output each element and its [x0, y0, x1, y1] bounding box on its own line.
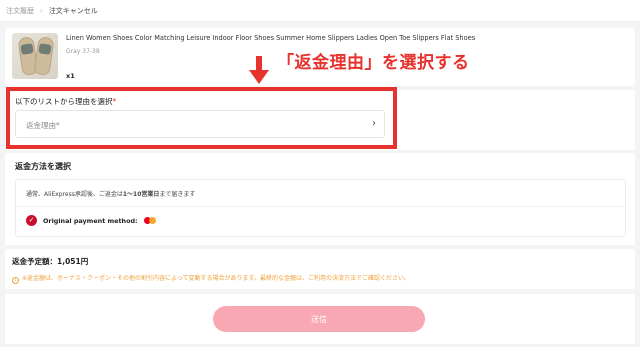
- refund-amount-value: 1,051円: [57, 257, 89, 266]
- note-bold: 1〜10営業日: [122, 191, 160, 198]
- reason-label: 以下のリストから理由を選択*: [15, 96, 116, 107]
- reason-section: 以下のリストから理由を選択* 返金理由* ›: [5, 90, 635, 150]
- breadcrumb: 注文履歴 › 注文キャンセル: [0, 0, 640, 22]
- product-image: [12, 33, 58, 79]
- refund-reason-placeholder: 返金理由*: [26, 121, 60, 130]
- product-title: Linen Women Shoes Color Matching Leisure…: [66, 34, 476, 42]
- breadcrumb-separator: ›: [40, 6, 43, 15]
- reason-label-text: 以下のリストから理由を選択: [15, 97, 113, 106]
- required-mark: *: [112, 97, 117, 106]
- product-quantity: x1: [66, 72, 75, 80]
- check-circle-icon[interactable]: ✓: [26, 215, 37, 226]
- breadcrumb-order-history[interactable]: 注文履歴: [6, 6, 34, 16]
- info-icon: i: [12, 277, 19, 284]
- annotation-text: 「返金理由」を選択する: [277, 53, 470, 73]
- refund-reason-select[interactable]: 返金理由* ›: [15, 110, 385, 138]
- note-suffix: まで届きます: [159, 191, 196, 198]
- breadcrumb-cancel-order: 注文キャンセル: [48, 6, 98, 15]
- footer: 送信: [5, 294, 635, 344]
- refund-amount-section: 返金予定額：1,051円 i ※返金額は、ボーナス・クーポン・その他の割引内容によ…: [5, 249, 635, 289]
- note-prefix: 通常、AliExpress承認後、ご返金は: [26, 191, 123, 198]
- chevron-right-icon: ›: [372, 118, 376, 129]
- refund-method-section: 返金方法を選択 通常、AliExpress承認後、ご返金は1〜10営業日まで届き…: [5, 153, 635, 245]
- refund-method-note: 通常、AliExpress承認後、ご返金は1〜10営業日まで届きます: [26, 189, 195, 198]
- mastercard-icon: [144, 217, 156, 224]
- refund-amount-label: 返金予定額：: [12, 257, 57, 266]
- refund-amount-note: i ※返金額は、ボーナス・クーポン・その他の割引内容によって変動する場合があります…: [12, 273, 410, 284]
- divider: [16, 206, 625, 207]
- product-variant: Gray 37-38: [66, 48, 100, 55]
- refund-method-box: 通常、AliExpress承認後、ご返金は1〜10営業日まで届きます ✓ Ori…: [15, 179, 626, 237]
- refund-amount: 返金予定額：1,051円: [12, 256, 88, 267]
- submit-button[interactable]: 送信: [213, 306, 425, 332]
- arrow-down-icon: [249, 56, 269, 84]
- original-payment-method-label[interactable]: Original payment method:: [43, 217, 138, 225]
- refund-amount-note-text: ※返金額は、ボーナス・クーポン・その他の割引内容によって変動する場合があります。…: [22, 275, 410, 282]
- refund-method-title: 返金方法を選択: [15, 162, 71, 171]
